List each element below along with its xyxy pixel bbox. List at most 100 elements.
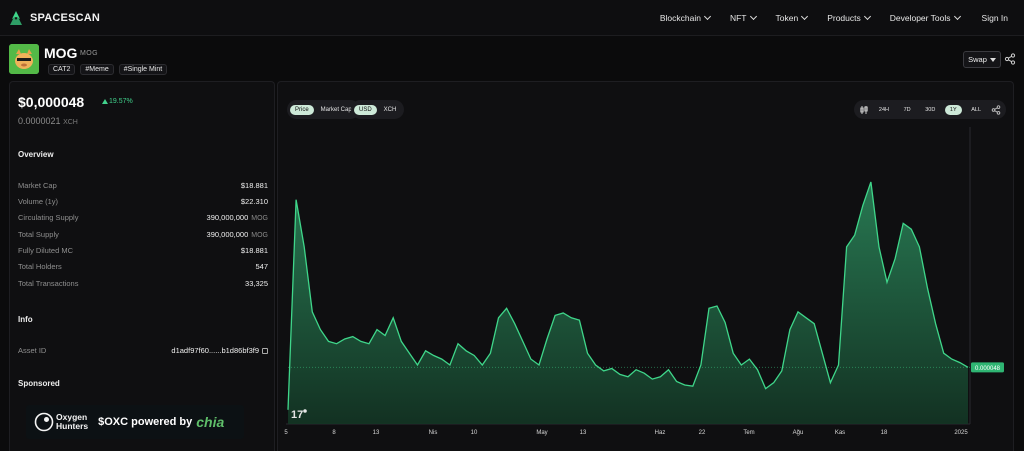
row-value-text: 33,325 <box>245 278 268 288</box>
x-tick-label: Nis <box>429 430 438 436</box>
spacescan-logo-icon <box>10 11 22 25</box>
overview-row-fully-diluted-mc: Fully Diluted MC $18.881 <box>18 244 268 256</box>
row-value: 33,325 <box>245 279 268 288</box>
price-usd: $0,000048 <box>18 94 85 110</box>
asset-id-value[interactable]: d1adf97f60......b1d86bf3f9 <box>171 346 268 355</box>
sign-in-link[interactable]: Sign In <box>982 13 1008 23</box>
chart-marks: 0.000048 <box>287 181 1004 424</box>
main-nav: Blockchain NFT Token Products Developer … <box>640 0 1008 36</box>
nav-developer-tools-label: Developer Tools <box>889 13 951 23</box>
sponsor-brand-line2: Hunters <box>56 421 89 431</box>
x-tick-label: 13 <box>580 430 587 436</box>
brand-name: SPACESCAN <box>30 12 101 24</box>
oxygen-hunters-logo-icon <box>34 412 54 432</box>
row-value-text: 390,000,000 <box>206 229 249 239</box>
row-label: Total Holders <box>18 261 62 271</box>
x-tick-label: 2025 <box>954 430 968 436</box>
x-tick-label: 13 <box>373 430 380 436</box>
asset-id-text: d1adf97f60......b1d86bf3f9 <box>171 345 259 355</box>
row-label: Total Transactions <box>18 278 79 288</box>
nav-developer-tools[interactable]: Developer Tools <box>889 12 961 23</box>
row-label: Fully Diluted MC <box>18 245 74 255</box>
overview-row-total-transactions: Total Transactions 33,325 <box>18 277 268 289</box>
tag-cat2[interactable]: CAT2 <box>48 64 76 75</box>
row-value-unit: MOG <box>251 214 268 222</box>
last-value-label: 0.000048 <box>975 366 1001 372</box>
overview-row-volume: Volume (1y) $22.310 <box>18 195 268 207</box>
x-tick-label: 22 <box>699 430 706 436</box>
chevron-down-icon <box>863 12 871 21</box>
info-row-asset-id: Asset ID d1adf97f60......b1d86bf3f9 <box>18 344 268 356</box>
nav-products[interactable]: Products <box>827 12 871 23</box>
row-value-unit: MOG <box>251 231 268 239</box>
share-icon[interactable] <box>1004 53 1016 65</box>
row-label: Asset ID <box>18 345 47 355</box>
arrow-up-icon <box>102 99 108 104</box>
price-xch: 0.0000021 XCH <box>18 116 78 126</box>
row-value: 390,000,000 MOG <box>207 213 268 222</box>
price-change-badge: 19.57% <box>102 98 133 105</box>
overview-row-total-holders: Total Holders 547 <box>18 260 268 272</box>
chevron-down-icon <box>703 12 712 21</box>
price-area-chart[interactable]: 0.000048 5 8 13 Nis 10 May 13 Haz 22 Tem Ağu Kas 18 2… <box>278 82 1015 451</box>
row-value: $18.881 <box>241 181 268 190</box>
token-tags: CAT2 #Meme #Single Mint <box>48 64 168 75</box>
row-value: 547 <box>255 262 268 271</box>
nav-nft-label: NFT <box>729 13 747 23</box>
row-value-text: $18.881 <box>240 180 268 190</box>
sponsored-banner[interactable]: Oxygen Hunters $OXC powered by chia <box>26 405 244 439</box>
x-tick-label: Tem <box>743 430 754 436</box>
row-value: $22.310 <box>241 197 268 206</box>
nav-nft[interactable]: NFT <box>729 12 757 23</box>
caret-down-icon <box>989 57 996 62</box>
row-value-text: $18.881 <box>240 245 268 255</box>
top-navigation-bar: SPACESCAN Blockchain NFT Token Products … <box>0 0 1024 36</box>
nav-blockchain-label: Blockchain <box>659 13 701 23</box>
x-tick-label: 18 <box>881 430 888 436</box>
price-chart-panel: Price Market Cap USD XCH 24H 7D 30D 1Y A… <box>277 81 1014 451</box>
price-area-fill <box>288 182 968 424</box>
row-label: Market Cap <box>18 180 57 190</box>
price-xch-value: 0.0000021 <box>18 116 61 126</box>
token-overview-panel: $0,000048 19.57% 0.0000021 XCH Overview … <box>9 81 275 451</box>
x-tick-label: Kas <box>835 430 845 436</box>
row-label: Circulating Supply <box>18 212 79 222</box>
overview-title: Overview <box>18 150 54 159</box>
sponsor-brand: Oxygen Hunters <box>56 413 88 431</box>
sponsored-title: Sponsored <box>18 379 60 388</box>
overview-row-total-supply: Total Supply 390,000,000 MOG <box>18 228 268 240</box>
nav-products-label: Products <box>827 13 861 23</box>
row-value-text: 390,000,000 <box>206 212 249 222</box>
swap-button-label: Swap <box>968 55 987 64</box>
chevron-down-icon <box>749 12 757 21</box>
brand-logo-link[interactable]: SPACESCAN <box>8 11 100 25</box>
nav-token-label: Token <box>775 13 799 23</box>
svg-text:17: 17 <box>291 409 303 421</box>
row-label: Total Supply <box>18 229 59 239</box>
token-name: MOG <box>44 45 78 61</box>
nav-token[interactable]: Token <box>775 12 809 23</box>
row-value: 390,000,000 MOG <box>207 230 268 239</box>
tag-meme[interactable]: #Meme <box>80 64 114 75</box>
x-tick-label: 5 <box>284 430 288 436</box>
x-tick-label: Haz <box>655 430 666 436</box>
token-symbol: MOG <box>80 50 98 57</box>
info-title: Info <box>18 315 33 324</box>
copy-icon[interactable] <box>262 347 268 354</box>
mog-cat-avatar-icon <box>9 44 39 74</box>
overview-row-market-cap: Market Cap $18.881 <box>18 179 268 191</box>
chevron-down-icon <box>953 12 961 21</box>
price-change-value: 19.57% <box>109 98 133 105</box>
chevron-down-icon <box>801 12 809 21</box>
row-value-text: $22.310 <box>240 196 268 206</box>
x-tick-label: Ağu <box>793 430 804 436</box>
x-tick-label: May <box>536 430 547 436</box>
row-value: $18.881 <box>241 246 268 255</box>
tag-single-mint[interactable]: #Single Mint <box>118 64 168 75</box>
row-value-text: 547 <box>255 261 268 271</box>
x-tick-label: 10 <box>471 430 478 436</box>
price-xch-unit: XCH <box>63 119 78 126</box>
x-axis-ticks: 5 8 13 Nis 10 May 13 Haz 22 Tem Ağu Kas 18 2025 <box>284 430 968 436</box>
nav-blockchain[interactable]: Blockchain <box>659 12 712 23</box>
swap-button[interactable]: Swap <box>963 51 1001 68</box>
